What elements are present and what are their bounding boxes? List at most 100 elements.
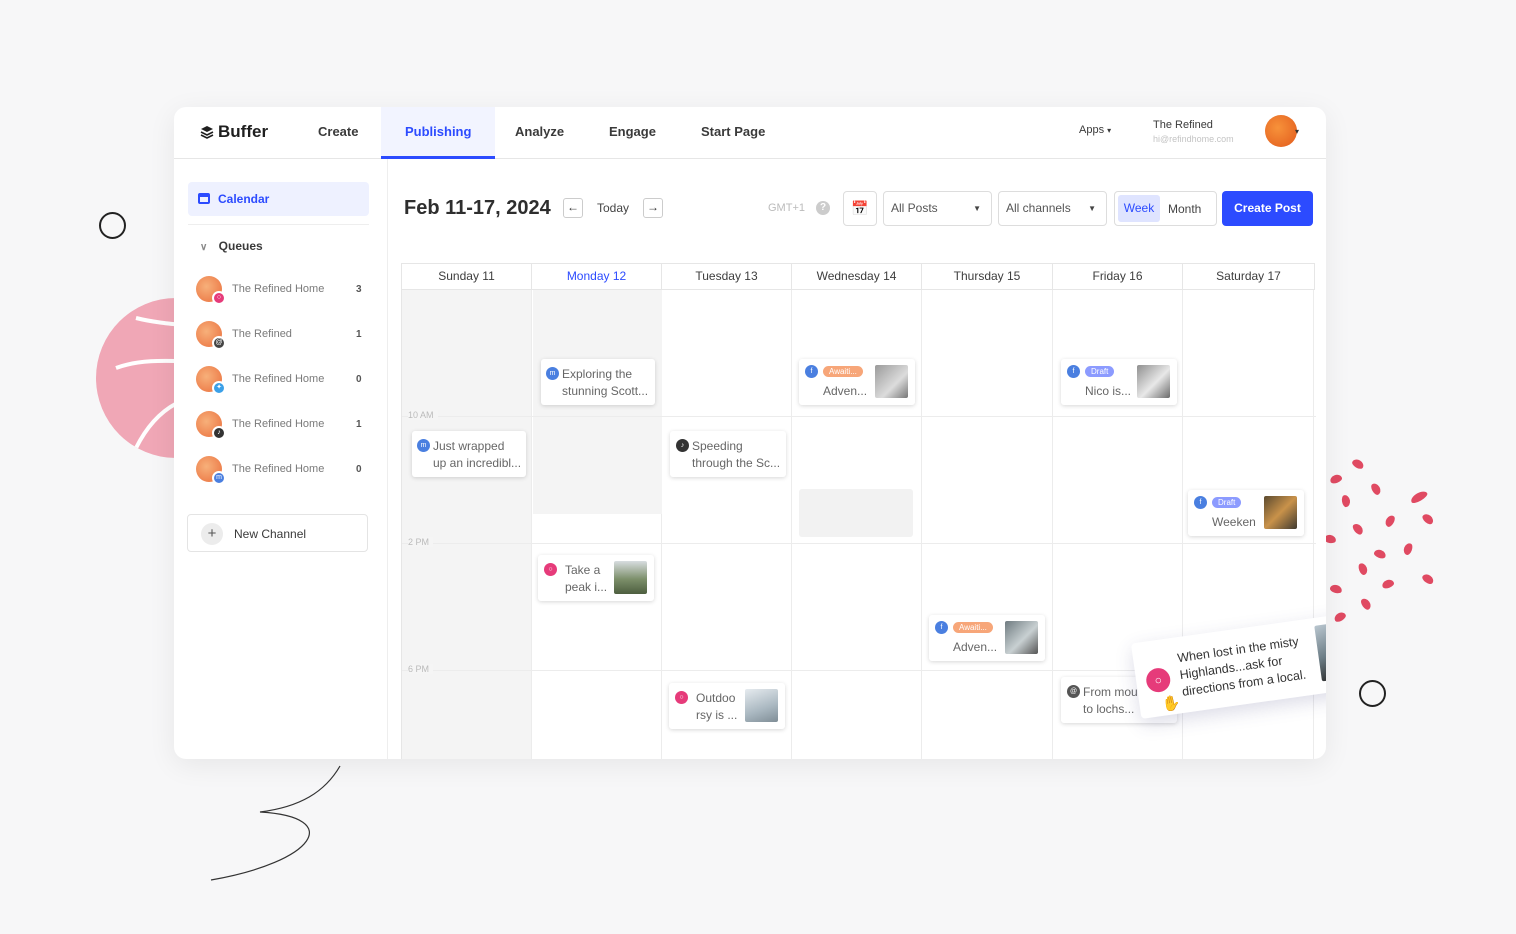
threads-icon: @ [1067, 685, 1080, 698]
divider [188, 224, 369, 225]
new-channel-button[interactable]: + New Channel [187, 514, 368, 552]
facebook-icon: f [805, 365, 818, 378]
queues-toggle[interactable]: ∨ Queues [200, 239, 263, 253]
post-card[interactable]: f Awaiti... Adven... [799, 359, 915, 405]
queue-count: 1 [356, 419, 362, 430]
threads-icon: @ [212, 336, 226, 350]
nav-analyze[interactable]: Analyze [515, 107, 564, 159]
facebook-icon: f [935, 621, 948, 634]
previous-week-button[interactable]: ← [563, 198, 583, 218]
chevron-down-icon: ∨ [200, 242, 208, 253]
queue-item[interactable]: m The Refined Home 0 [196, 456, 366, 485]
post-card[interactable]: ♪ Speeding through the Sc... [670, 431, 786, 477]
account-avatar[interactable] [1265, 115, 1297, 147]
post-preview-line: Outdoo [696, 691, 736, 705]
chevron-down-icon: ▾ [1107, 126, 1112, 135]
post-preview-line: Adven... [953, 640, 998, 654]
queue-item[interactable]: ○ The Refined Home 3 [196, 276, 366, 305]
hour-line [402, 543, 1316, 544]
instagram-icon: ○ [544, 563, 557, 576]
day-header: Thursday 15 [922, 263, 1053, 290]
post-thumbnail [875, 365, 908, 398]
queue-item[interactable]: ✦ The Refined Home 0 [196, 366, 366, 395]
screen: Buffer Create Publishing Analyze Engage … [0, 0, 1516, 934]
post-preview-line: Adven... [823, 384, 868, 398]
queue-count: 0 [356, 464, 362, 475]
instagram-icon: ○ [675, 691, 688, 704]
queue-name: The Refined Home [232, 283, 325, 295]
sidebar-item-label: Calendar [218, 192, 270, 206]
day-header: Tuesday 13 [662, 263, 792, 290]
decorative-squiggle [210, 765, 341, 881]
posts-filter-value: All Posts [891, 201, 938, 215]
nav-engage[interactable]: Engage [609, 107, 656, 159]
post-card[interactable]: f Awaiti... Adven... [929, 615, 1045, 661]
nav-create[interactable]: Create [318, 107, 358, 159]
queue-count: 1 [356, 329, 362, 340]
new-channel-label: New Channel [234, 527, 307, 541]
chevron-down-icon: ▼ [1088, 204, 1096, 213]
post-card[interactable]: f Draft Weeken [1188, 490, 1304, 536]
facebook-icon: f [1194, 496, 1207, 509]
post-preview-line: Exploring the [562, 367, 633, 381]
buffer-logo[interactable]: Buffer [200, 122, 268, 142]
app-window: Buffer Create Publishing Analyze Engage … [174, 107, 1326, 759]
post-card[interactable]: m Exploring the stunning Scott... [541, 359, 655, 405]
day-header: Friday 16 [1053, 263, 1183, 290]
day-column-thursday[interactable] [922, 290, 1053, 759]
decorative-confetti [1322, 455, 1442, 630]
decorative-circle [1359, 680, 1386, 707]
hour-line [402, 416, 1316, 417]
account-email: hi@refindhome.com [1153, 134, 1234, 144]
help-icon[interactable]: ? [816, 201, 830, 215]
chevron-down-icon: ▼ [973, 204, 981, 213]
post-preview-line: peak i... [565, 580, 608, 594]
arrow-right-icon: → [647, 200, 659, 214]
posts-filter-select[interactable]: All Posts ▼ [883, 191, 992, 226]
create-post-button[interactable]: Create Post [1222, 191, 1313, 226]
status-badge: Awaiti... [953, 622, 993, 633]
day-column-sunday[interactable] [402, 290, 532, 759]
post-card[interactable]: ○ Take a peak i... [538, 555, 654, 601]
post-preview-line: Just wrapped [433, 439, 505, 453]
queue-count: 0 [356, 374, 362, 385]
chevron-down-icon[interactable]: ▾ [1295, 127, 1299, 136]
week-view-button[interactable]: Week [1118, 195, 1160, 222]
post-thumbnail [1264, 496, 1297, 529]
nav-publishing[interactable]: Publishing [381, 107, 496, 159]
mastodon-icon: m [546, 367, 559, 380]
post-preview-line: up an incredibl... [433, 456, 522, 470]
time-label: 10 AM [408, 410, 438, 420]
today-button[interactable]: Today [597, 201, 629, 215]
post-preview-line: stunning Scott... [562, 384, 649, 398]
day-header: Saturday 17 [1183, 263, 1315, 290]
post-thumbnail [1314, 618, 1326, 682]
time-label: 2 PM [408, 537, 434, 547]
instagram-icon: ○ [1144, 666, 1172, 694]
post-thumbnail [1137, 365, 1170, 398]
top-navigation: Buffer Create Publishing Analyze Engage … [174, 107, 1326, 159]
apps-label: Apps [1079, 124, 1105, 136]
status-badge: Draft [1212, 497, 1242, 508]
post-card[interactable]: f Draft Nico is... [1061, 359, 1177, 405]
nav-start-page[interactable]: Start Page [701, 107, 765, 159]
instagram-icon: ○ [212, 291, 226, 305]
sidebar-item-calendar[interactable]: Calendar [188, 182, 369, 216]
post-preview-line: rsy is ... [696, 708, 738, 722]
month-view-button[interactable]: Month [1168, 202, 1201, 216]
grab-hand-icon: ✋ [1160, 694, 1182, 714]
apps-menu[interactable]: Apps ▾ [1079, 124, 1111, 136]
post-preview-line: Take a [565, 563, 601, 577]
queue-item[interactable]: ♪ The Refined Home 1 [196, 411, 366, 440]
status-badge: Awaiti... [823, 366, 863, 377]
calendar-settings-button[interactable]: 📅 [843, 191, 877, 226]
post-card[interactable]: m Just wrapped up an incredibl... [412, 431, 526, 477]
logo-text: Buffer [218, 122, 269, 141]
post-card[interactable]: ○ Outdoo rsy is ... [669, 683, 785, 729]
channels-filter-select[interactable]: All channels ▼ [998, 191, 1107, 226]
calendar-gear-icon: 📅 [851, 200, 869, 216]
next-week-button[interactable]: → [643, 198, 663, 218]
queue-name: The Refined [232, 328, 292, 340]
timezone-label: GMT+1 [768, 202, 805, 214]
queue-item[interactable]: @ The Refined 1 [196, 321, 366, 350]
